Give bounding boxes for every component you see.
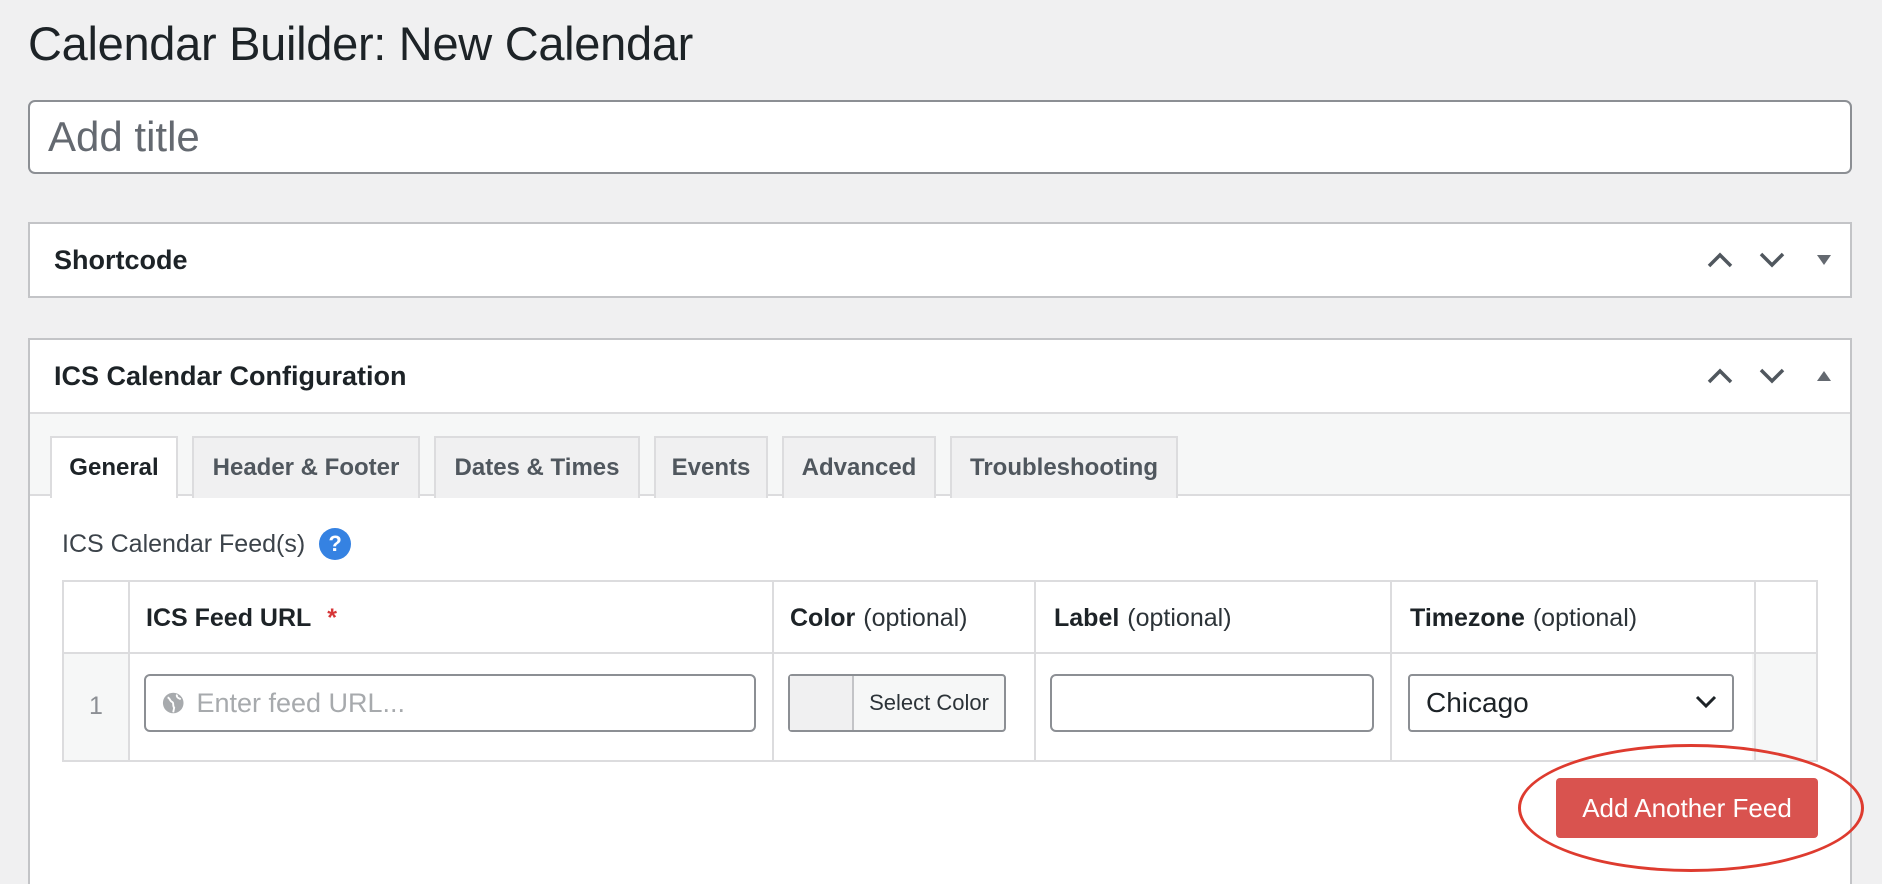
config-header: ICS Calendar Configuration bbox=[30, 340, 1850, 414]
feeds-label: ICS Calendar Feed(s) ? bbox=[62, 528, 352, 560]
shortcode-header: Shortcode bbox=[30, 224, 1850, 296]
row-actions-column bbox=[1752, 654, 1816, 760]
chevron-down-icon bbox=[1759, 368, 1785, 384]
triangle-up-icon bbox=[1817, 371, 1831, 381]
chevron-up-icon bbox=[1707, 252, 1733, 268]
move-down-button[interactable] bbox=[1746, 234, 1798, 286]
toggle-panel-button[interactable] bbox=[1798, 350, 1850, 402]
help-icon[interactable]: ? bbox=[319, 528, 352, 560]
config-title: ICS Calendar Configuration bbox=[54, 360, 407, 391]
header-color-label: Color bbox=[790, 603, 856, 632]
config-controls bbox=[1694, 340, 1850, 412]
color-swatch bbox=[790, 676, 854, 730]
header-label-optional: (optional) bbox=[1127, 603, 1232, 632]
timezone-select[interactable]: Chicago bbox=[1408, 674, 1734, 732]
shortcode-controls bbox=[1694, 224, 1850, 296]
feeds-label-text: ICS Calendar Feed(s) bbox=[62, 529, 306, 558]
move-down-button[interactable] bbox=[1746, 350, 1798, 402]
tab-general[interactable]: General bbox=[50, 436, 178, 498]
move-up-button[interactable] bbox=[1694, 350, 1746, 402]
shortcode-postbox: Shortcode bbox=[28, 222, 1852, 298]
title-input[interactable] bbox=[28, 100, 1852, 174]
tab-events[interactable]: Events bbox=[654, 436, 768, 498]
chevron-up-icon bbox=[1707, 368, 1733, 384]
label-input[interactable] bbox=[1050, 674, 1374, 732]
feed-url-field[interactable] bbox=[144, 674, 756, 732]
add-another-feed-button[interactable]: Add Another Feed bbox=[1556, 778, 1818, 838]
globe-icon bbox=[162, 692, 184, 714]
tab-advanced[interactable]: Advanced bbox=[782, 436, 936, 498]
shortcode-title: Shortcode bbox=[54, 244, 188, 275]
tab-bar: General Header & Footer Dates & Times Ev… bbox=[30, 414, 1850, 498]
header-color-optional: (optional) bbox=[863, 603, 968, 632]
header-feed-url: ICS Feed URL * bbox=[146, 582, 337, 654]
header-label: Label (optional) bbox=[1054, 582, 1232, 654]
feed-url-input[interactable] bbox=[184, 687, 754, 719]
page-title: Calendar Builder: New Calendar bbox=[28, 17, 694, 70]
triangle-down-icon bbox=[1817, 255, 1831, 265]
header-color: Color (optional) bbox=[790, 582, 968, 654]
timezone-value: Chicago bbox=[1426, 687, 1529, 718]
row-number: 1 bbox=[89, 692, 103, 720]
header-feed-url-label: ICS Feed URL bbox=[146, 603, 312, 632]
toggle-panel-button[interactable] bbox=[1798, 234, 1850, 286]
select-color-button[interactable]: Select Color bbox=[788, 674, 1006, 732]
tab-troubleshooting[interactable]: Troubleshooting bbox=[950, 436, 1178, 498]
header-label-label: Label bbox=[1054, 603, 1120, 632]
tab-dates-times[interactable]: Dates & Times bbox=[434, 436, 640, 498]
move-up-button[interactable] bbox=[1694, 234, 1746, 286]
feed-table: ICS Feed URL * Color (optional) Label (o… bbox=[62, 580, 1818, 762]
header-timezone: Timezone (optional) bbox=[1410, 582, 1637, 654]
header-timezone-optional: (optional) bbox=[1532, 603, 1638, 632]
chevron-down-icon bbox=[1759, 252, 1785, 268]
chevron-down-icon bbox=[1695, 695, 1717, 709]
tab-header-footer[interactable]: Header & Footer bbox=[192, 436, 420, 498]
select-color-label: Select Color bbox=[869, 690, 989, 715]
required-marker: * bbox=[327, 603, 338, 632]
header-timezone-label: Timezone bbox=[1410, 603, 1525, 632]
